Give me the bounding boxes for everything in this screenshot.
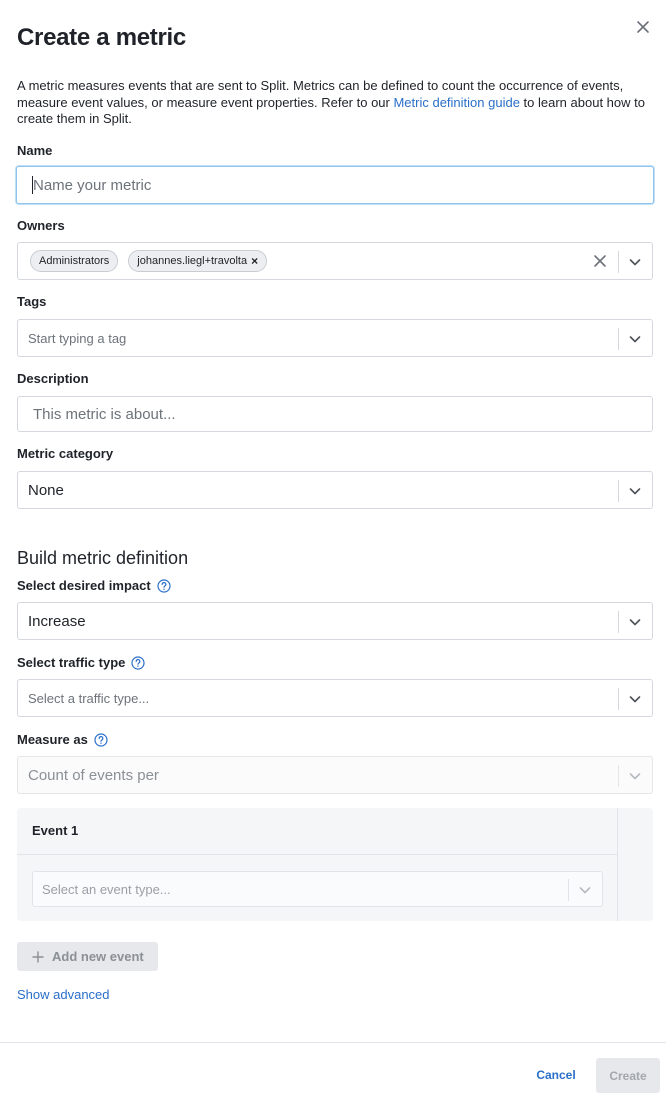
measure-as-value: Count of events per [28, 766, 159, 784]
traffic-type-select[interactable]: Select a traffic type... [17, 679, 653, 717]
measure-as-label: Measure as [17, 732, 108, 747]
intro-text: A metric measures events that are sent t… [17, 78, 645, 126]
metric-definition-guide-link[interactable]: Metric definition guide [393, 95, 519, 110]
chevron-down-icon[interactable] [627, 614, 643, 630]
remove-chip-icon[interactable]: × [251, 254, 258, 268]
event-type-placeholder: Select an event type... [42, 882, 171, 897]
event-title: Event 1 [32, 823, 79, 838]
name-placeholder: Name your metric [33, 176, 152, 194]
owners-select[interactable]: Administrators johannes.liegl+travolta × [17, 242, 653, 280]
owners-label: Owners [17, 218, 65, 233]
category-label: Metric category [17, 446, 114, 461]
category-value: None [28, 481, 64, 499]
clear-icon[interactable] [592, 253, 608, 269]
description-input[interactable]: This metric is about... [17, 396, 653, 432]
help-icon[interactable] [131, 655, 145, 670]
event-type-select[interactable]: Select an event type... [32, 871, 603, 907]
chevron-down-icon[interactable] [627, 254, 643, 270]
name-label: Name [17, 143, 53, 158]
description-label: Description [17, 371, 89, 386]
chevron-down-icon[interactable] [627, 768, 643, 784]
plus-icon [32, 950, 44, 963]
modal-title: Create a metric [17, 24, 186, 51]
category-select[interactable]: None [17, 471, 653, 509]
tags-select[interactable]: Start typing a tag [17, 319, 653, 357]
close-icon[interactable] [632, 16, 654, 38]
measure-as-select[interactable]: Count of events per [17, 756, 653, 794]
chevron-down-icon[interactable] [627, 331, 643, 347]
owner-chip-user: johannes.liegl+travolta × [128, 250, 268, 272]
chevron-down-icon[interactable] [627, 483, 643, 499]
event-card: Event 1 Select an event type... [17, 808, 653, 921]
traffic-type-placeholder: Select a traffic type... [28, 690, 150, 706]
help-icon[interactable] [94, 732, 108, 747]
chevron-down-icon[interactable] [627, 691, 643, 707]
help-icon[interactable] [157, 578, 171, 593]
add-new-event-button[interactable]: Add new event [17, 942, 158, 971]
show-advanced-link[interactable]: Show advanced [17, 987, 110, 1002]
name-input[interactable]: Name your metric [16, 166, 654, 204]
owner-chip-administrators: Administrators [30, 250, 119, 272]
traffic-type-label: Select traffic type [17, 655, 145, 670]
tags-label: Tags [17, 294, 47, 309]
impact-value: Increase [28, 612, 86, 630]
description-placeholder: This metric is about... [33, 405, 176, 423]
section-title: Build metric definition [17, 548, 189, 568]
impact-label: Select desired impact [17, 578, 171, 593]
tags-placeholder: Start typing a tag [28, 330, 127, 346]
impact-select[interactable]: Increase [17, 602, 653, 640]
create-button[interactable]: Create [596, 1058, 660, 1093]
cancel-button[interactable]: Cancel [530, 1061, 582, 1089]
chevron-down-icon[interactable] [577, 882, 593, 898]
